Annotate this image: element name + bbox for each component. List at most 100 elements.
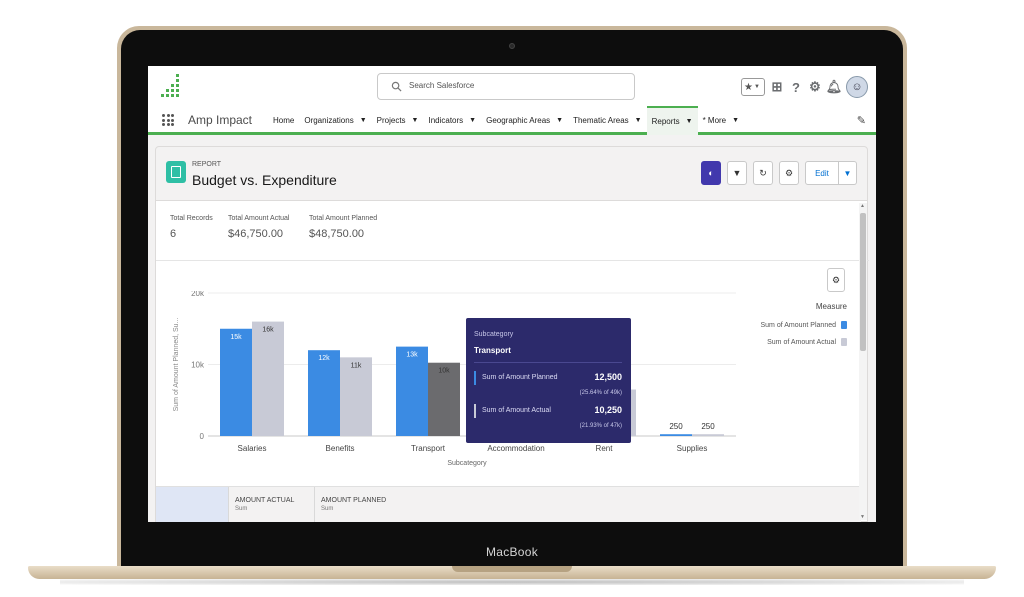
metric-label: Total Amount Planned xyxy=(309,215,378,222)
refresh-button[interactable]: ↻ xyxy=(753,161,773,185)
table-column-amount-planned[interactable]: AMOUNT PLANNED Sum xyxy=(314,487,406,522)
report-summary: Total Records 6 Total Amount Actual $46,… xyxy=(156,201,869,261)
screen: Search Salesforce ★ ▼ ⊞ ? ⚙ 🔔︎ ☺ Amp Impa… xyxy=(148,66,876,522)
nav-item-label: Home xyxy=(273,116,295,125)
scroll-down-icon[interactable]: ▼ xyxy=(860,514,865,520)
app-name: Amp Impact xyxy=(188,113,253,127)
chevron-down-icon[interactable]: ▼ xyxy=(732,117,739,124)
metric-value: $46,750.00 xyxy=(228,228,284,240)
nav-item-label: Projects xyxy=(376,116,406,125)
metric-total-records: Total Records 6 xyxy=(170,215,213,240)
tooltip-category-value: Transport xyxy=(474,346,511,355)
edit-button[interactable]: Edit xyxy=(805,161,839,185)
y-tick-label: 0 xyxy=(200,432,205,441)
chevron-down-icon[interactable]: ▼ xyxy=(556,117,563,124)
favorites-star-icon[interactable]: ★ ▼ xyxy=(741,78,765,96)
bar-data-label: 16k xyxy=(262,327,274,334)
nav-item-label: * More xyxy=(702,116,727,125)
chevron-down-icon[interactable]: ▼ xyxy=(360,117,367,124)
bar-data-label: 15k xyxy=(230,334,242,341)
tooltip-series-percent: (21.93% of 47k) xyxy=(579,423,622,429)
laptop-frame: MacBook Search Salesforce ★ ▼ ⊞ ? ⚙ 🔔︎ ☺… xyxy=(0,0,1024,597)
nav-item-more[interactable]: * More ▼ xyxy=(698,106,745,135)
metric-label: Total Records xyxy=(170,215,213,222)
scroll-up-icon[interactable]: ▲ xyxy=(860,203,865,209)
camera-icon xyxy=(509,43,515,49)
y-tick-label: 10k xyxy=(191,361,205,370)
x-tick-label: Supplies xyxy=(677,444,708,453)
nav-item-reports[interactable]: Reports ▼ xyxy=(646,106,698,135)
x-tick-label: Rent xyxy=(596,444,614,453)
nav-item-indicators[interactable]: Indicators ▼ xyxy=(423,106,481,135)
avatar[interactable]: ☺ xyxy=(846,76,868,98)
bar-planned xyxy=(396,346,428,436)
tooltip-series-marker xyxy=(474,404,476,418)
tooltip-series-name: Sum of Amount Actual xyxy=(482,407,551,414)
legend-label: Sum of Amount Planned xyxy=(760,321,837,329)
legend-item[interactable]: Sum of Amount Actual xyxy=(739,338,847,346)
metric-label: Total Amount Actual xyxy=(228,215,290,222)
x-tick-label: Benefits xyxy=(326,444,355,453)
tooltip-series-percent: (25.64% of 49k) xyxy=(579,390,622,396)
search-icon xyxy=(391,81,402,92)
x-tick-label: Accommodation xyxy=(487,444,544,453)
notifications-bell-icon[interactable]: 🔔︎ xyxy=(826,79,843,94)
nav-items: Home Organizations ▼ Projects ▼ Indicators ▼ Ge… xyxy=(268,106,744,135)
column-label: AMOUNT PLANNED xyxy=(321,497,387,504)
metric-total-planned: Total Amount Planned $48,750.00 xyxy=(309,215,377,240)
laptop-notch xyxy=(452,566,572,572)
tooltip-series-value: 10,250 xyxy=(594,405,622,415)
legend-title: Measure xyxy=(815,302,847,311)
logo-icon[interactable] xyxy=(158,72,182,100)
add-icon[interactable]: ⊞ xyxy=(770,79,784,94)
device-label: MacBook xyxy=(485,545,539,559)
chevron-down-icon[interactable]: ▼ xyxy=(686,118,693,125)
chevron-down-icon[interactable]: ▼ xyxy=(635,117,642,124)
chevron-down-icon[interactable]: ▼ xyxy=(469,117,476,124)
bar-data-label: 12k xyxy=(318,355,330,362)
nav-item-thematic-areas[interactable]: Thematic Areas ▼ xyxy=(568,106,647,135)
nav-item-home[interactable]: Home xyxy=(268,106,299,135)
global-search[interactable]: Search Salesforce xyxy=(377,73,635,100)
nav-item-label: Indicators xyxy=(428,116,464,125)
edit-dropdown-button[interactable]: ▼ xyxy=(839,161,857,185)
setup-gear-icon[interactable]: ⚙ xyxy=(808,79,822,94)
tooltip-series-marker xyxy=(474,371,476,385)
bar-data-label: 11k xyxy=(351,362,362,369)
app-nav-bar: Amp Impact Home Organizations ▼ Projects ▼ In… xyxy=(148,106,876,135)
x-tick-label: Salaries xyxy=(238,444,267,453)
edit-nav-icon[interactable]: ✎ xyxy=(857,114,866,127)
chevron-down-icon[interactable]: ▼ xyxy=(412,117,419,124)
nav-item-geographic-areas[interactable]: Geographic Areas ▼ xyxy=(481,106,568,135)
nav-item-label: Organizations xyxy=(304,116,354,125)
search-placeholder: Search Salesforce xyxy=(409,81,475,90)
scrollbar-thumb[interactable] xyxy=(860,213,866,351)
filter-button[interactable]: ▼ xyxy=(727,161,747,185)
nav-item-projects[interactable]: Projects ▼ xyxy=(372,106,424,135)
report-scrollbar[interactable]: ▲ ▼ xyxy=(859,203,867,520)
nav-item-organizations[interactable]: Organizations ▼ xyxy=(299,106,371,135)
bar-chart: 0 10k 20k Sum of Amount Planned, Su... 15k 16… xyxy=(173,291,736,467)
column-sub-label: Sum xyxy=(235,506,248,512)
bar-actual xyxy=(252,321,284,436)
tooltip-divider xyxy=(474,362,622,363)
chart-settings-gear-icon[interactable]: ⚙ xyxy=(827,268,845,292)
report-icon xyxy=(166,161,186,183)
chart-legend: Measure Sum of Amount Planned Sum of Amo… xyxy=(739,302,847,355)
column-sub-label: Sum xyxy=(321,506,334,512)
chart-toggle-button[interactable]: ◐ xyxy=(701,161,721,185)
help-icon[interactable]: ? xyxy=(789,80,803,95)
settings-gear-button[interactable]: ⚙ xyxy=(779,161,799,185)
report-actions: ◐ ▼ ↻ ⚙ Edit ▼ xyxy=(701,161,857,185)
bar-data-label: 250 xyxy=(669,422,683,431)
nav-item-label: Geographic Areas xyxy=(486,116,551,125)
table-column-amount-actual[interactable]: AMOUNT ACTUAL Sum xyxy=(228,487,314,522)
tooltip-series-name: Sum of Amount Planned xyxy=(482,374,558,381)
legend-item[interactable]: Sum of Amount Planned xyxy=(739,321,847,329)
bar-data-label: 13k xyxy=(406,352,418,359)
x-axis-label: Subcategory xyxy=(447,460,487,467)
legend-swatch xyxy=(841,338,847,346)
bar-data-label: 250 xyxy=(701,422,715,431)
metric-value: 6 xyxy=(170,228,177,240)
app-launcher-icon[interactable] xyxy=(162,114,174,126)
